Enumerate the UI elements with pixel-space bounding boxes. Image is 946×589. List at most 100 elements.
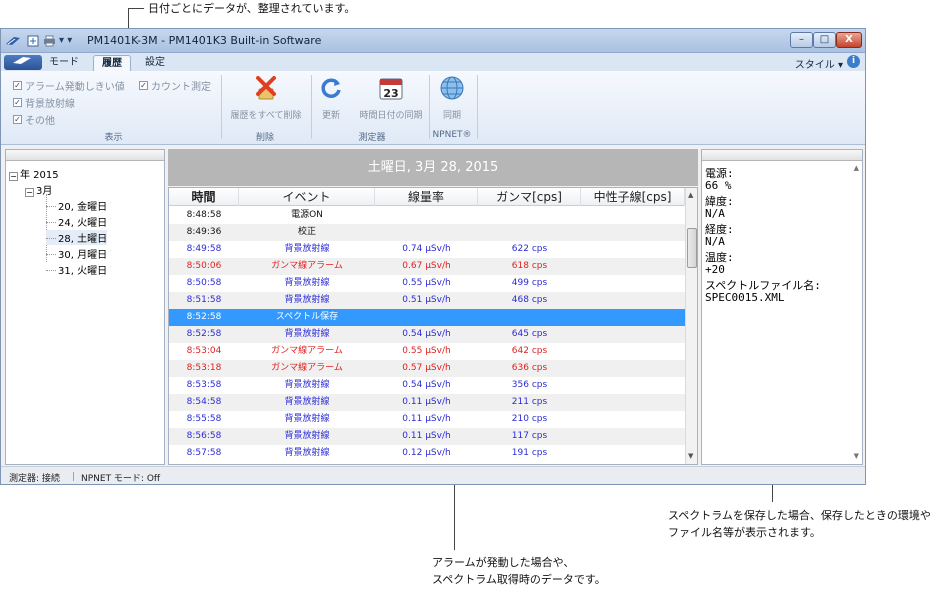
table-row[interactable]: 8:48:58 電源ON [169,207,685,224]
cell-gamma [478,207,581,224]
screenshot-stage: 日付ごとにデータが、整理されています。 スペクトラムを保存した場合、保存したとき… [0,0,946,589]
cell-time: 8:53:04 [186,346,222,356]
cell-dose-rate: 0.55 µSv/h [402,346,451,356]
column-header-time[interactable]: 時間 [169,188,239,206]
cell-neutron [581,207,685,224]
minimize-button[interactable]: – [790,32,813,48]
group-separator [221,75,222,139]
tree-node-day[interactable]: 31, 火曜日 [46,262,107,277]
annotation-right-1: スペクトラムを保存した場合、保存したときの環境や [668,509,931,522]
checkbox-other[interactable]: ✓ [13,115,22,124]
tab-mode[interactable]: モード [47,55,81,71]
delete-x-icon [256,76,276,100]
detail-scroll-down-icon[interactable]: ▼ [854,452,859,460]
style-menu[interactable]: スタイル ▾ [795,56,843,71]
table-row[interactable]: 8:50:58 背景放射線 0.55 µSv/h 499 cps [169,275,685,292]
annotation-bottom-2: スペクトラム取得時のデータです。 [432,573,606,586]
app-menu-button[interactable] [4,55,42,70]
table-row[interactable]: 8:50:06 ガンマ線アラーム 0.67 µSv/h 618 cps [169,258,685,275]
table-row[interactable]: 8:51:58 背景放射線 0.51 µSv/h 468 cps [169,292,685,309]
maximize-button[interactable]: □ [813,32,836,48]
cell-event: ガンマ線アラーム [271,261,343,271]
cell-event: 背景放射線 [284,244,330,254]
cell-event: 校正 [297,227,316,237]
group-label-device: 測定器 [358,133,386,143]
annotation-top: 日付ごとにデータが、整理されています。 [148,2,356,15]
table-row[interactable]: 8:53:04 ガンマ線アラーム 0.55 µSv/h 642 cps [169,343,685,360]
export-icon[interactable] [27,35,39,47]
tree-node-day[interactable]: 24, 火曜日 [46,214,107,229]
check-alarm-threshold[interactable]: ✓ アラーム発動しきい値 [13,78,125,93]
table-row[interactable]: 8:52:58 スペクトル保存 [169,309,685,326]
tab-history[interactable]: 履歴 [93,55,131,71]
collapse-icon[interactable]: − [25,188,34,197]
cell-gamma: 499 cps [511,278,548,288]
npnet-sync-button[interactable]: 同期 [433,75,471,121]
table-row[interactable]: 8:53:58 背景放射線 0.54 µSv/h 356 cps [169,377,685,394]
cell-neutron [581,394,685,411]
tab-settings[interactable]: 設定 [139,55,171,71]
close-button[interactable]: X [836,32,862,48]
event-table[interactable]: 時間 イベント 線量率 ガンマ[cps] 中性子線[cps] 8:48:58 電源… [168,187,698,465]
cell-neutron [581,360,685,377]
tree-node-month[interactable]: −3月 [25,182,52,197]
table-row[interactable]: 8:52:58 背景放射線 0.54 µSv/h 645 cps [169,326,685,343]
sync-time-date-button[interactable]: 23 時間日付の同期 [353,75,429,121]
table-row[interactable]: 8:55:58 背景放射線 0.11 µSv/h 210 cps [169,411,685,428]
cell-gamma: 468 cps [511,295,548,305]
cell-event: 背景放射線 [284,397,330,407]
tree-pane-header [6,150,164,161]
cell-gamma: 191 cps [511,448,548,458]
detail-pane-header [702,150,862,161]
cell-time: 8:48:58 [186,210,222,220]
date-tree[interactable]: − 年 2015 −3月 20, 金曜日 24, 火曜日 28, 土曜日 30, 月曜日… [5,149,165,465]
cell-neutron [581,343,685,360]
column-header-gamma[interactable]: ガンマ[cps] [478,188,581,206]
table-row[interactable]: 8:49:58 背景放射線 0.74 µSv/h 622 cps [169,241,685,258]
cell-gamma: 645 cps [511,329,548,339]
refresh-button[interactable]: 更新 [315,75,347,121]
tree-node-year[interactable]: − 年 2015 [9,166,59,181]
cell-time: 8:49:36 [186,227,222,237]
checkbox-alarm-threshold[interactable]: ✓ [13,81,22,90]
cell-time: 8:52:58 [186,312,222,322]
scroll-thumb[interactable] [687,228,697,268]
cell-time: 8:55:58 [186,414,222,424]
qa-dropdown-arrow-icon[interactable]: ▾ ▾ [59,35,72,46]
table-scrollbar[interactable]: ▲ ▼ [685,188,697,464]
detail-scroll-up-icon[interactable]: ▲ [854,164,859,172]
collapse-icon[interactable]: − [9,172,18,181]
column-header-neutron[interactable]: 中性子線[cps] [581,188,685,206]
check-count-measurement[interactable]: ✓ カウント測定 [139,78,211,93]
scroll-down-icon[interactable]: ▼ [688,452,693,460]
cell-event: 背景放射線 [284,431,330,441]
column-header-event[interactable]: イベント [239,188,375,206]
tree-node-day[interactable]: 28, 土曜日 [46,230,108,245]
check-other[interactable]: ✓ その他 [13,112,55,127]
table-row[interactable]: 8:54:58 背景放射線 0.11 µSv/h 211 cps [169,394,685,411]
table-row[interactable]: 8:57:58 背景放射線 0.12 µSv/h 191 cps [169,445,685,462]
cell-time: 8:56:58 [186,431,222,441]
table-row[interactable]: 8:49:36 校正 [169,224,685,241]
scroll-up-icon[interactable]: ▲ [688,191,693,199]
tree-node-day[interactable]: 30, 月曜日 [46,246,107,261]
cell-time: 8:53:58 [186,380,222,390]
checkbox-count-measurement[interactable]: ✓ [139,81,148,90]
checkbox-background[interactable]: ✓ [13,98,22,107]
table-row[interactable]: 8:56:58 背景放射線 0.11 µSv/h 117 cps [169,428,685,445]
group-separator [477,75,478,139]
tree-node-day[interactable]: 20, 金曜日 [46,198,107,213]
cell-dose-rate: 0.12 µSv/h [402,448,451,458]
column-header-dose-rate[interactable]: 線量率 [375,188,478,206]
print-icon[interactable] [43,35,56,47]
cell-neutron [581,241,685,258]
cell-dose-rate: 0.54 µSv/h [402,329,451,339]
tree-branch [46,222,56,223]
help-icon[interactable]: i [847,55,860,68]
annotation-right-2: ファイル名等が表示されます。 [668,526,821,539]
detail-line: N/A [705,207,725,220]
delete-all-history-button[interactable]: 履歴をすべて削除 [225,75,307,121]
cell-dose-rate [375,224,478,241]
table-row[interactable]: 8:53:18 ガンマ線アラーム 0.57 µSv/h 636 cps [169,360,685,377]
check-background[interactable]: ✓ 背景放射線 [13,95,75,110]
